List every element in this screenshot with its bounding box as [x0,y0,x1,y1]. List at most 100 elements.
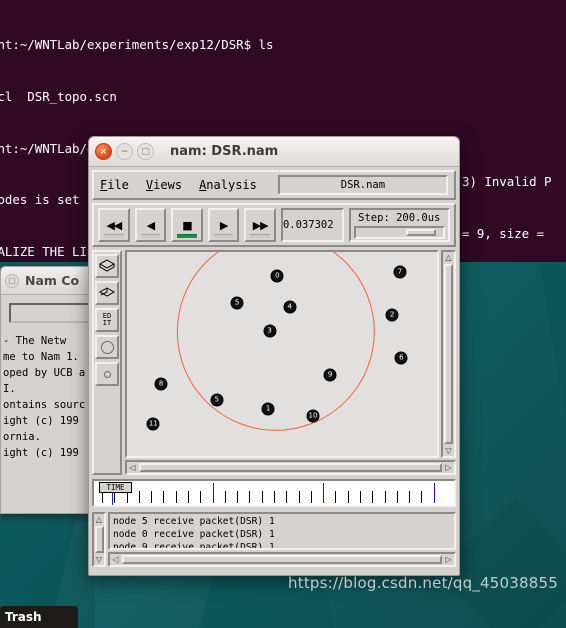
trash-taskbar-item[interactable]: Trash [0,606,78,628]
fast-forward-button[interactable]: ▶▶ [244,208,276,242]
current-time-display: 0.037302 [280,208,344,242]
network-node[interactable]: 4 [283,300,297,314]
nam-console-window[interactable]: □ Nam Co - The Netw me to Nam 1. oped by… [0,266,96,514]
maximize-icon[interactable]: □ [137,143,154,160]
scroll-left-icon[interactable]: ◁ [127,462,138,473]
maximize-icon[interactable]: □ [5,273,19,288]
horizontal-scroll-thumb[interactable] [139,463,442,472]
timeline-tick [360,491,361,503]
menu-views[interactable]: Views [146,178,182,192]
network-node[interactable]: 3 [263,324,277,338]
network-node[interactable]: 11 [146,417,160,431]
log-scroll-up-icon[interactable]: △ [94,514,105,525]
menubar: File Views Analysis DSR.nam [92,170,456,200]
large-circle-icon [100,340,114,354]
trash-label: Trash [5,610,42,624]
log-scroll-left-icon[interactable]: ◁ [110,554,121,565]
large-circle-tool[interactable] [95,335,119,359]
timeline-tick [286,491,288,503]
back-icon: ◀ [146,218,156,232]
scroll-up-icon[interactable]: △ [443,252,454,263]
timeline-major-tick [212,483,214,503]
network-node[interactable]: 0 [270,269,284,283]
network-node[interactable]: 7 [393,265,407,279]
timeline-tick [310,491,312,503]
network-node[interactable]: 2 [385,308,399,322]
timeline-tick [421,491,423,503]
timeline-tick [224,491,226,503]
menu-file-rest: ile [107,178,129,192]
zoom-out-icon[interactable] [95,281,119,305]
network-node[interactable]: 10 [306,409,320,423]
timeline-tick [163,491,165,503]
nam-console-entry[interactable] [9,303,91,323]
timeline-tick [249,491,251,503]
edit-mode-button[interactable]: ED IT [95,308,119,332]
play-icon: ▶ [219,218,229,232]
step-slider[interactable] [353,225,445,239]
log-wrapper: node 5 receive packet(DSR) 1 node 0 rece… [108,512,456,567]
menu-analysis-rest: nalysis [206,178,257,192]
step-slider-knob[interactable] [406,228,437,236]
canvas-toolbar: ED IT [92,250,122,475]
timeline-tick [372,491,374,503]
stop-button[interactable]: ■ [171,208,203,242]
menu-file[interactable]: File [100,178,129,192]
minimize-icon[interactable]: − [116,143,133,160]
scroll-down-icon[interactable]: ▽ [443,445,454,456]
log-vertical-thumb[interactable] [94,526,104,553]
small-circle-tool[interactable] [95,362,119,386]
nam-titlebar[interactable]: × − □ nam: DSR.nam [89,137,459,167]
nam-console-titlebar[interactable]: □ Nam Co [1,267,95,295]
timeline-tick [384,491,386,503]
network-node[interactable]: 6 [394,351,408,365]
network-node[interactable]: 8 [154,377,168,391]
zoom-out-glyph [98,287,116,297]
nam-window[interactable]: × − □ nam: DSR.nam File Views Analysis D… [88,136,460,576]
timeline-major-tick [433,483,435,503]
log-horizontal-scrollbar[interactable]: ◁ ▷ [108,552,456,567]
playback-toolbar: ◀◀ ◀ ■ ▶ ▶▶ 0.037302 Step: 200.0us [92,203,456,247]
network-node[interactable]: 9 [323,368,337,382]
timeline-tick [200,491,202,503]
timeline-bar[interactable]: TIME [92,479,456,507]
fast-forward-icon: ▶▶ [252,218,269,232]
rewind-button[interactable]: ◀◀ [98,208,130,242]
step-back-button[interactable]: ◀ [134,208,167,242]
log-line: node 5 receive packet(DSR) 1 [113,516,275,527]
network-node[interactable]: 5 [210,393,224,407]
zoom-in-icon[interactable] [95,254,119,278]
stop-indicator [177,234,197,238]
canvas-vertical-scrollbar[interactable]: △ ▽ [441,250,456,458]
menu-analysis[interactable]: Analysis [199,178,257,192]
forward-indicator [250,234,270,238]
log-scroll-right-icon[interactable]: ▷ [443,554,454,565]
terminal-line-right: 3) Invalid P [462,174,552,190]
window-title: nam: DSR.nam [170,144,279,159]
canvas-horizontal-scrollbar[interactable]: ◁ ▷ [125,460,456,475]
log-scroll-down-icon[interactable]: ▽ [94,554,105,565]
timeline-tick [151,491,153,503]
close-icon[interactable]: × [95,143,112,160]
vertical-scroll-thumb[interactable] [444,264,453,444]
terminal-line: tcl DSR_topo.scn [0,89,117,105]
log-vertical-scrollbar[interactable]: △ ▽ [92,512,106,567]
stop-icon: ■ [182,218,192,232]
timeline-tick [274,491,275,503]
timeline-tick [237,491,239,503]
log-horizontal-thumb[interactable] [122,555,442,564]
event-log-text: node 5 receive packet(DSR) 1 node 0 rece… [108,512,456,550]
timeline-tick [175,491,177,503]
network-topology-canvas[interactable]: 0 5 4 3 7 2 6 9 8 5 1 10 11 [125,250,439,458]
small-circle-icon [103,370,111,378]
nam-console-title: Nam Co [25,273,80,288]
canvas-wrapper: 0 5 4 3 7 2 6 9 8 5 1 10 11 △ ▽ ◁ ▷ [125,250,456,475]
network-node[interactable]: 1 [261,402,275,416]
network-node[interactable]: 5 [230,296,244,310]
back-indicator [140,234,161,238]
play-button[interactable]: ▶ [207,208,240,242]
scroll-right-icon[interactable]: ▷ [443,462,454,473]
timeline-tick [138,491,140,503]
step-control[interactable]: Step: 200.0us [348,208,450,242]
edit-label: ED IT [102,312,112,327]
